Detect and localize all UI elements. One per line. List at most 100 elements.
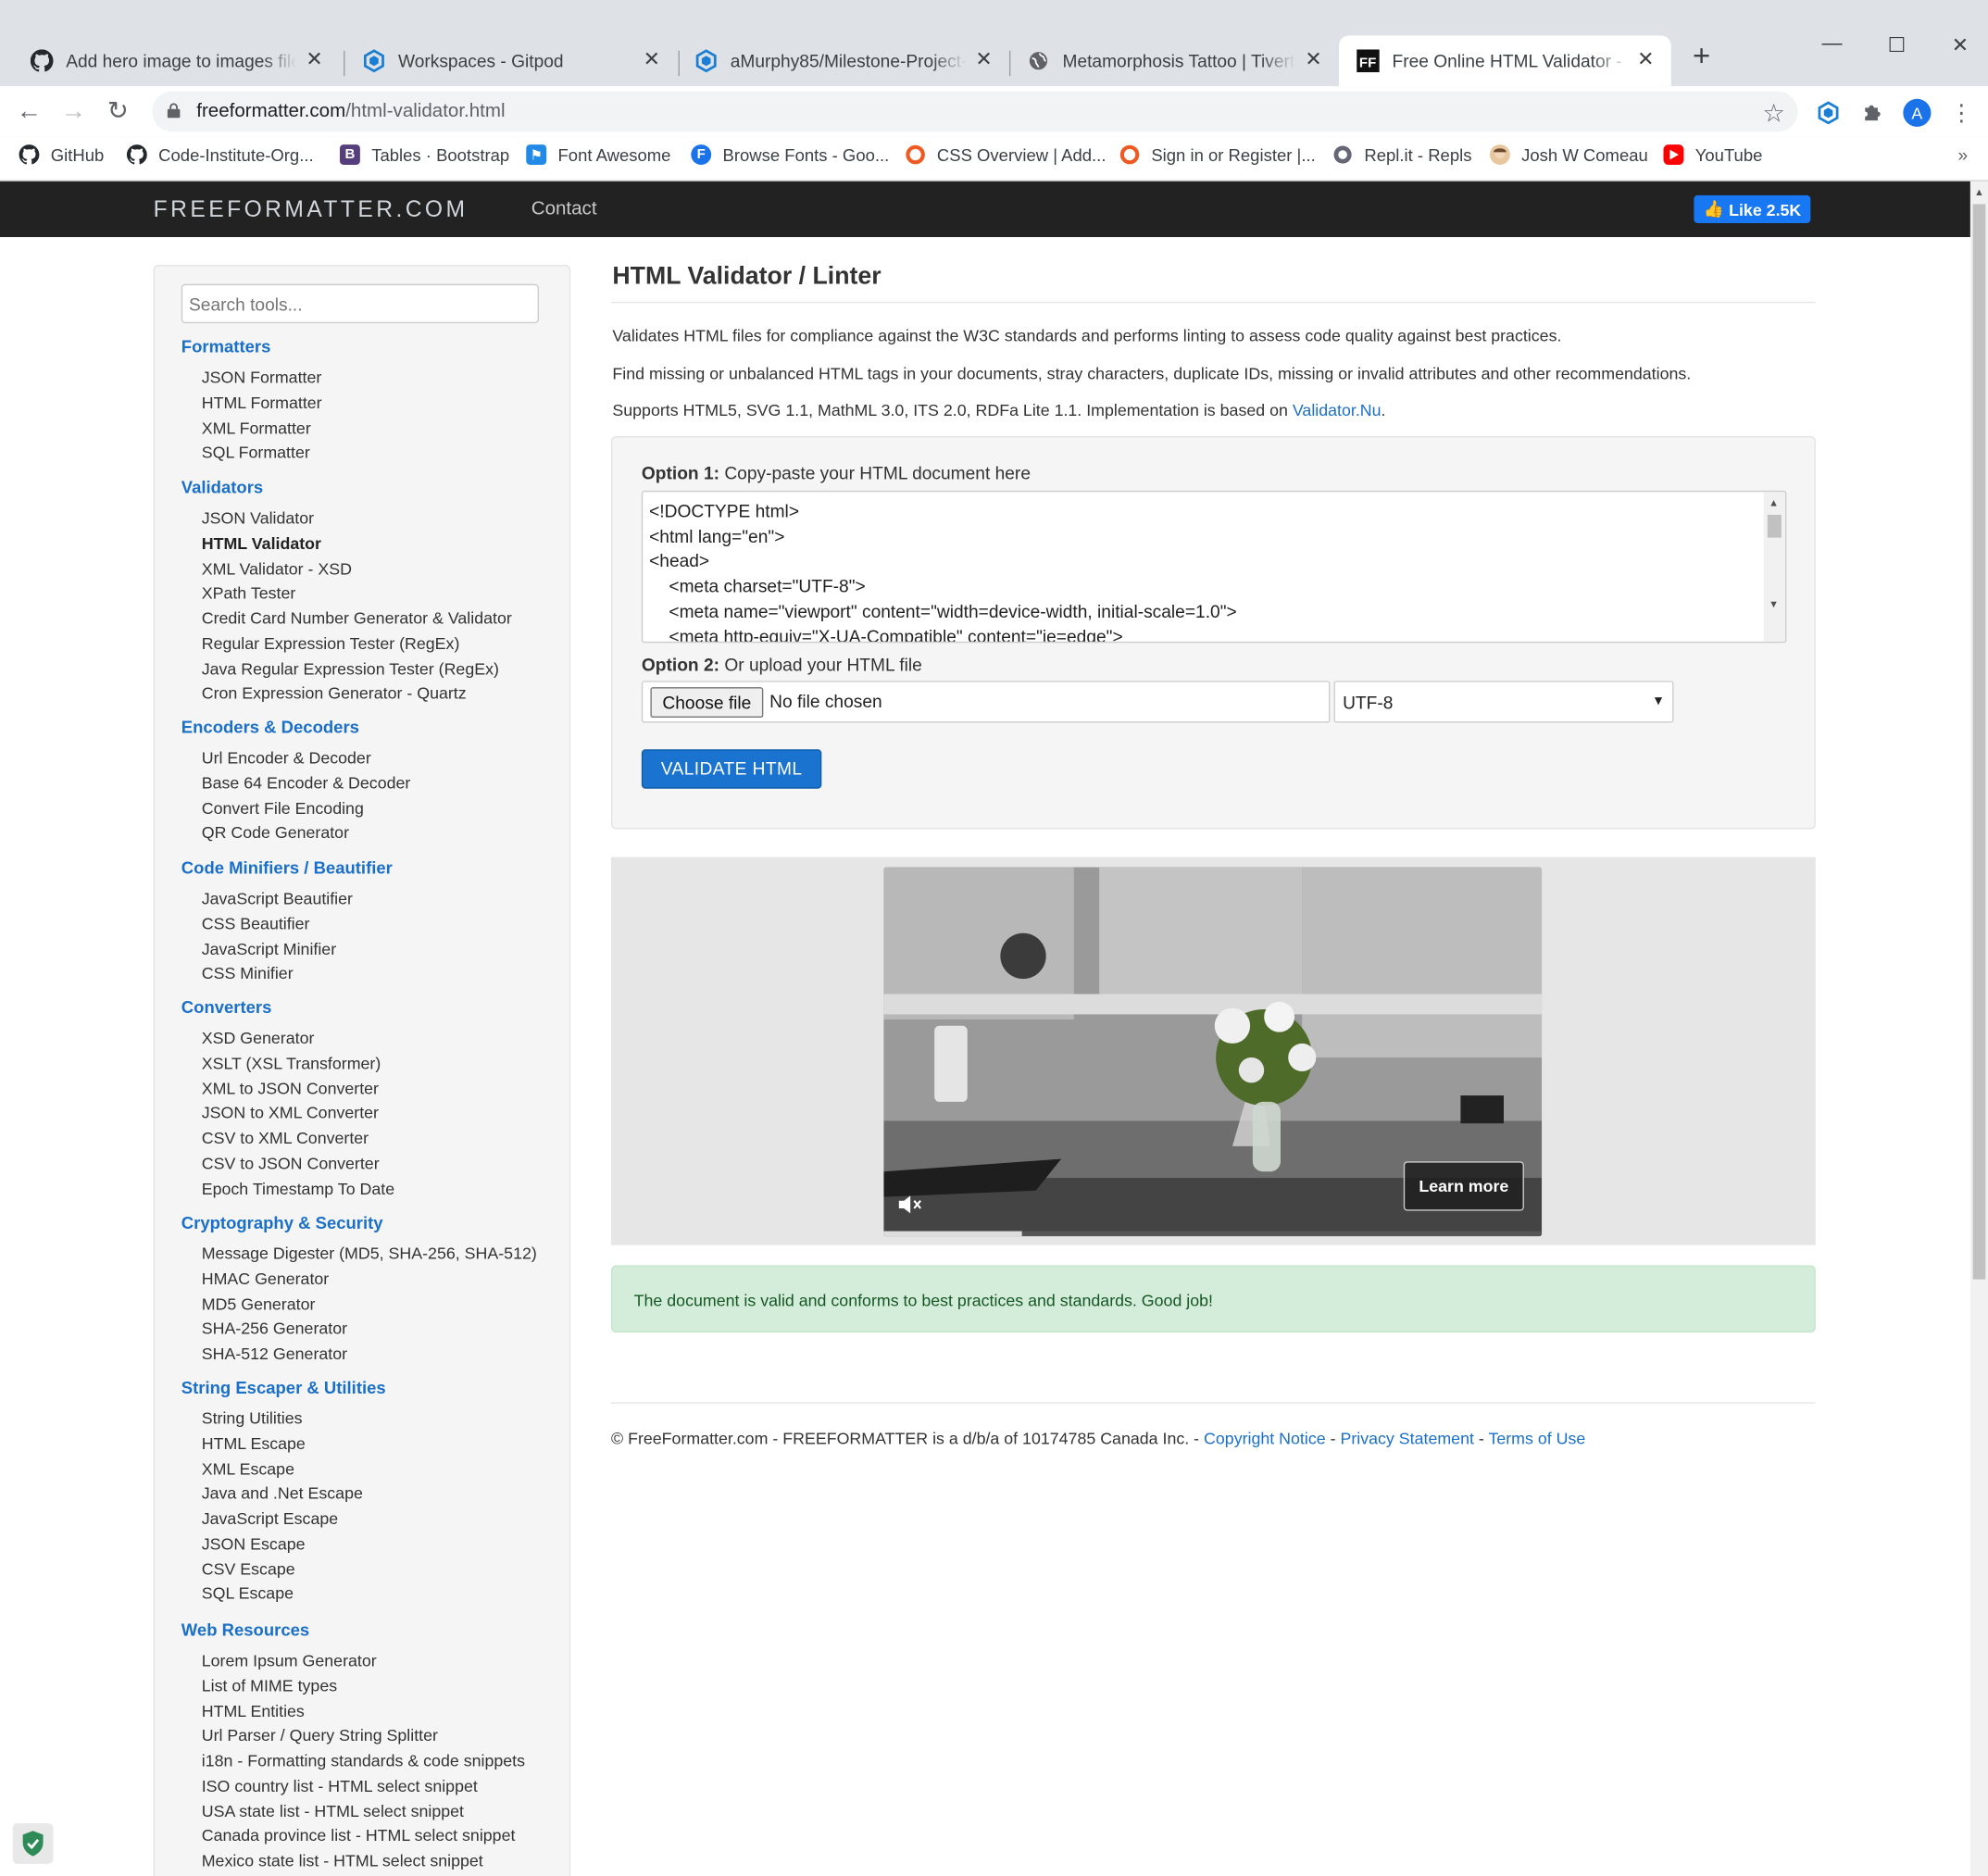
sidebar-tool-link[interactable]: JSON Formatter: [202, 368, 322, 387]
close-tab-icon[interactable]: ✕: [1635, 50, 1656, 71]
sidebar-tool-link[interactable]: CSV Escape: [202, 1559, 295, 1579]
address-bar[interactable]: freeformatter.com/html-validator.html ☆: [152, 91, 1798, 132]
sidebar-tool-link[interactable]: JSON Validator: [202, 508, 314, 528]
sidebar-tool-link[interactable]: CSS Minifier: [202, 964, 294, 983]
scroll-down-icon[interactable]: ▼: [1769, 598, 1779, 609]
sidebar-tool-link[interactable]: CSV to XML Converter: [202, 1129, 369, 1148]
tab-gitpod-project[interactable]: aMurphy85/Milestone-Project-Ta ✕: [677, 35, 1009, 86]
close-window-icon[interactable]: ✕: [1941, 33, 1979, 64]
search-tools-input[interactable]: [181, 283, 539, 324]
sidebar-tool-link[interactable]: HTML Entities: [202, 1701, 305, 1720]
mute-icon[interactable]: [896, 1194, 921, 1215]
privacy-statement-link[interactable]: Privacy Statement: [1340, 1429, 1473, 1448]
sidebar-tool-link[interactable]: List of MIME types: [202, 1676, 337, 1695]
video-progress-bar[interactable]: [883, 1231, 1543, 1237]
sidebar-category[interactable]: String Escaper & Utilities: [181, 1378, 386, 1397]
sidebar-tool-link[interactable]: String Utilities: [202, 1408, 303, 1428]
terms-of-use-link[interactable]: Terms of Use: [1488, 1429, 1585, 1448]
tab-tattoo[interactable]: Metamorphosis Tattoo | Tiverton ✕: [1009, 35, 1339, 86]
bookmark-css-overview[interactable]: CSS Overview | Add...: [906, 144, 1106, 165]
sidebar-tool-link[interactable]: XML Escape: [202, 1458, 294, 1478]
sidebar-tool-link[interactable]: Base 64 Encoder & Decoder: [202, 773, 411, 793]
sidebar-tool-link[interactable]: JSON to XML Converter: [202, 1104, 379, 1123]
sidebar-tool-link[interactable]: CSV to JSON Converter: [202, 1154, 380, 1173]
bookmark-youtube[interactable]: YouTube: [1663, 144, 1762, 166]
sidebar-tool-link[interactable]: JavaScript Beautifier: [202, 889, 353, 908]
sidebar-tool-link[interactable]: Url Encoder & Decoder: [202, 748, 371, 768]
sidebar-category[interactable]: Formatters: [181, 337, 271, 356]
sidebar-tool-link[interactable]: SQL Escape: [202, 1584, 294, 1604]
sidebar-tool-link[interactable]: JavaScript Minifier: [202, 939, 336, 958]
close-tab-icon[interactable]: ✕: [305, 50, 325, 71]
sidebar-tool-link[interactable]: HTML Formatter: [202, 393, 322, 412]
reload-icon[interactable]: ↻: [103, 97, 133, 128]
sidebar-tool-link[interactable]: QR Code Generator: [202, 823, 349, 843]
bookmark-font-awesome[interactable]: ⚑ Font Awesome: [526, 144, 670, 166]
sidebar-tool-link[interactable]: Url Parser / Query String Splitter: [202, 1726, 438, 1745]
sidebar-tool-link[interactable]: Regular Expression Tester (RegEx): [202, 633, 460, 653]
nav-contact-link[interactable]: Contact: [531, 198, 597, 219]
sidebar-category[interactable]: Web Resources: [181, 1620, 309, 1640]
bookmark-sign-in[interactable]: Sign in or Register |...: [1119, 144, 1316, 165]
sidebar-tool-link[interactable]: USA state list - HTML select snippet: [202, 1801, 464, 1820]
bookmark-replit[interactable]: Repl.it - Repls: [1332, 144, 1471, 165]
file-upload-field[interactable]: Choose file No file chosen: [641, 681, 1331, 723]
tab-gitpod[interactable]: Workspaces - Gitpod ✕: [344, 35, 677, 86]
sidebar-tool-link[interactable]: Mexico state list - HTML select snippet: [202, 1851, 483, 1870]
choose-file-button[interactable]: Choose file: [650, 687, 764, 719]
sidebar-tool-link[interactable]: Cron Expression Generator - Quartz: [202, 683, 467, 703]
bookmark-josh-comeau[interactable]: Josh W Comeau: [1489, 144, 1648, 166]
textarea-scrollbar[interactable]: ▲ ▼: [1763, 492, 1785, 642]
sidebar-tool-link[interactable]: Lorem Ipsum Generator: [202, 1651, 377, 1670]
sidebar-tool-link[interactable]: Epoch Timestamp To Date: [202, 1179, 394, 1198]
extensions-puzzle-icon[interactable]: [1858, 99, 1886, 127]
learn-more-button[interactable]: Learn more: [1403, 1161, 1524, 1211]
sidebar-category[interactable]: Converters: [181, 998, 272, 1018]
bookmark-star-icon[interactable]: ☆: [1762, 97, 1785, 129]
sidebar-tool-link[interactable]: i18n - Formatting standards & code snipp…: [202, 1751, 525, 1770]
sidebar-tool-link[interactable]: JavaScript Escape: [202, 1508, 338, 1528]
sidebar-category[interactable]: Validators: [181, 478, 263, 497]
close-tab-icon[interactable]: ✕: [974, 50, 994, 71]
sidebar-tool-link[interactable]: SHA-256 Generator: [202, 1319, 347, 1338]
sidebar-tool-link[interactable]: XML to JSON Converter: [202, 1079, 379, 1098]
sidebar-tool-link[interactable]: Message Digester (MD5, SHA-256, SHA-512): [202, 1244, 537, 1263]
maximize-icon[interactable]: ☐: [1878, 33, 1916, 64]
sidebar-tool-link[interactable]: XPath Tester: [202, 583, 296, 603]
copyright-notice-link[interactable]: Copyright Notice: [1204, 1429, 1326, 1448]
bookmark-github[interactable]: GitHub: [19, 144, 105, 165]
sidebar-tool-link[interactable]: Java Regular Expression Tester (RegEx): [202, 658, 499, 678]
sidebar-tool-link[interactable]: CSS Beautifier: [202, 914, 310, 933]
sidebar-tool-link[interactable]: XML Validator - XSD: [202, 558, 352, 578]
sidebar-tool-link[interactable]: SQL Formatter: [202, 443, 310, 462]
scrollbar-thumb[interactable]: [1972, 204, 1986, 1280]
sidebar-tool-link[interactable]: Java and .Net Escape: [202, 1483, 363, 1503]
scroll-up-icon[interactable]: ▲: [1974, 187, 1984, 198]
page-scrollbar[interactable]: ▲: [1969, 181, 1988, 1876]
profile-avatar[interactable]: A: [1903, 98, 1932, 127]
gitpod-extension-icon[interactable]: [1814, 99, 1842, 127]
sidebar-tool-link[interactable]: HMAC Generator: [202, 1269, 330, 1288]
sidebar-tool-link[interactable]: MD5 Generator: [202, 1294, 316, 1313]
bookmark-bootstrap[interactable]: B Tables · Bootstrap: [339, 144, 509, 166]
sidebar-category[interactable]: Cryptography & Security: [181, 1213, 383, 1232]
bookmarks-overflow-icon[interactable]: »: [1957, 144, 1968, 165]
sidebar-tool-link[interactable]: SHA-512 Generator: [202, 1344, 347, 1363]
sidebar-tool-link[interactable]: ISO country list - HTML select snippet: [202, 1776, 478, 1795]
close-tab-icon[interactable]: ✕: [642, 50, 662, 71]
facebook-like-button[interactable]: 👍 Like 2.5K: [1694, 194, 1811, 223]
validate-html-button[interactable]: VALIDATE HTML: [641, 749, 822, 789]
sidebar-tool-link[interactable]: HTML Escape: [202, 1433, 306, 1453]
textarea-scroll-thumb[interactable]: [1767, 514, 1782, 538]
sidebar-tool-link[interactable]: XML Formatter: [202, 418, 311, 437]
encoding-select[interactable]: UTF-8 ▾: [1333, 681, 1674, 723]
shield-icon[interactable]: [12, 1823, 54, 1864]
html-input-textarea[interactable]: <!DOCTYPE html> <html lang="en"> <head> …: [641, 490, 1787, 644]
tab-github[interactable]: Add hero image to images file ar ✕: [13, 35, 340, 86]
tab-validator-active[interactable]: FF Free Online HTML Validator - Free ✕: [1338, 35, 1671, 87]
sidebar-tool-link[interactable]: XSD Generator: [202, 1029, 315, 1048]
sidebar-tool-link[interactable]: Credit Card Number Generator & Validator: [202, 608, 512, 628]
minimize-icon[interactable]: —: [1813, 33, 1851, 64]
sidebar-tool-link[interactable]: Convert File Encoding: [202, 798, 364, 818]
ad-video-player[interactable]: Learn more: [883, 867, 1543, 1237]
